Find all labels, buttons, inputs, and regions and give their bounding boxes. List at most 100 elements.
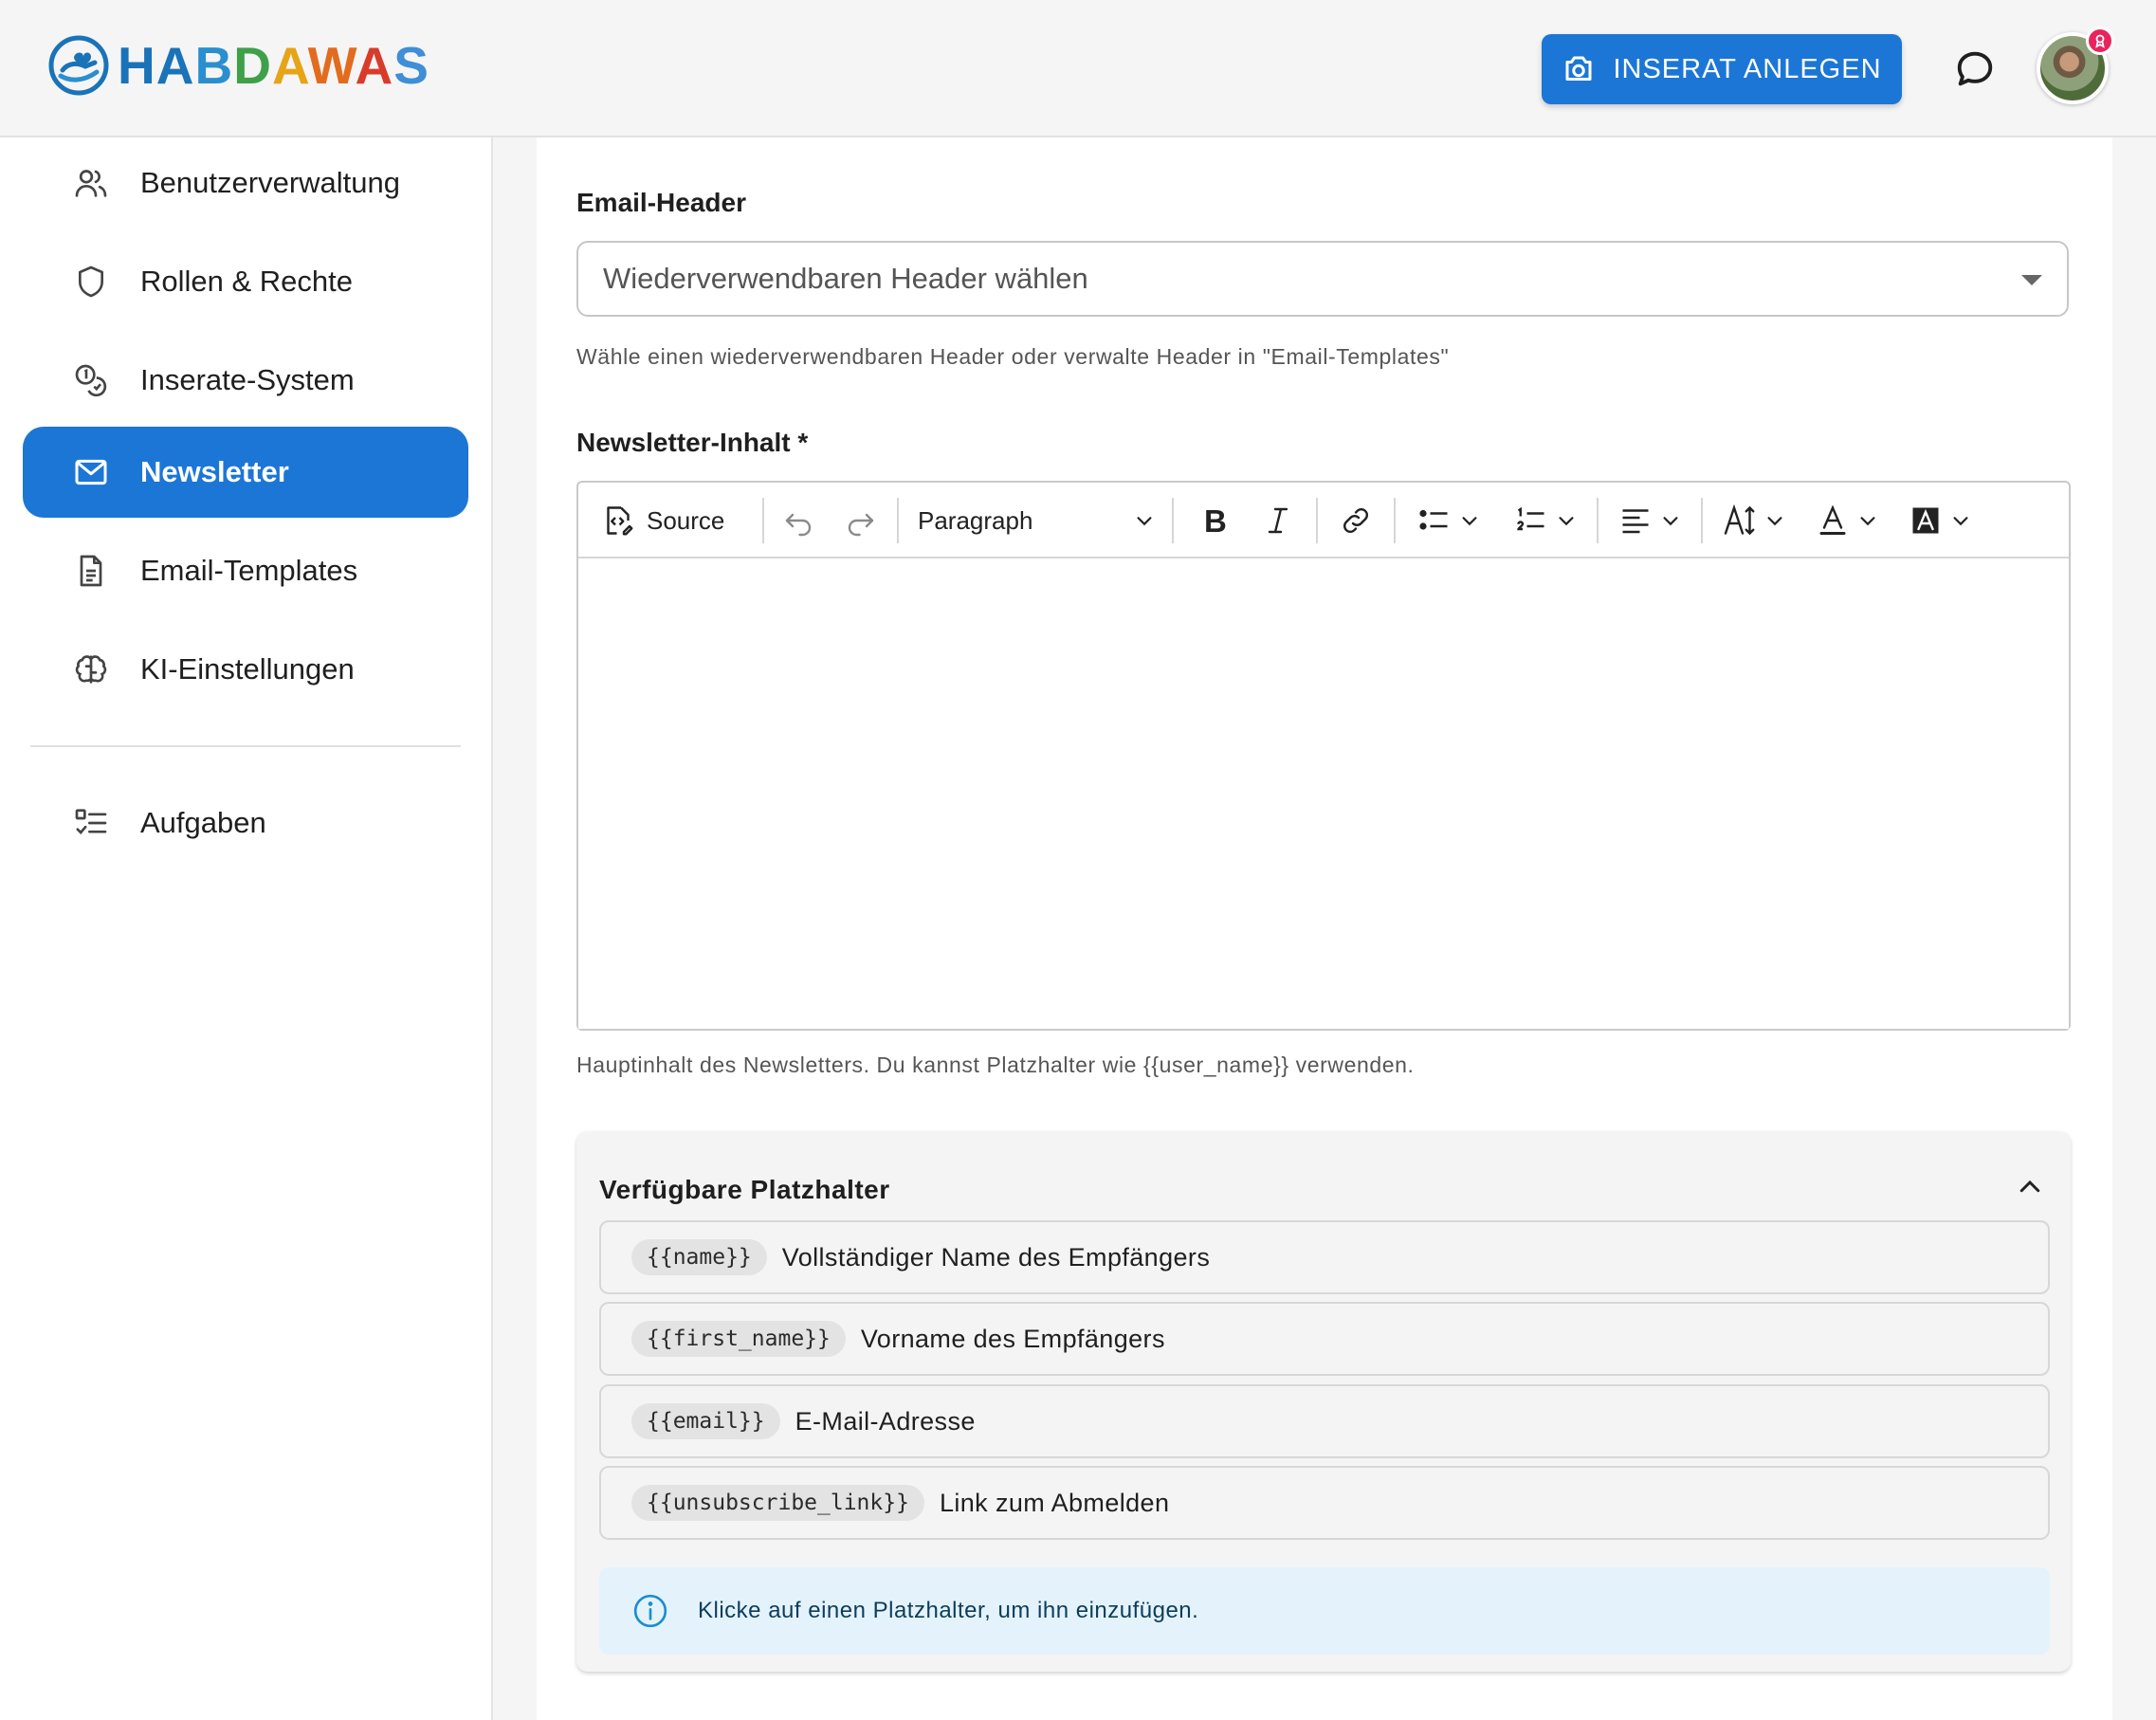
logo-wordmark: HABDAWAS	[118, 36, 429, 95]
source-button-label: Source	[647, 505, 725, 535]
paragraph-format-dropdown[interactable]: Paragraph	[918, 483, 1155, 558]
bulleted-list-icon	[1419, 509, 1448, 530]
numbered-list-icon	[1517, 506, 1544, 531]
placeholder-token: {{first_name}}	[631, 1321, 846, 1357]
undo-button[interactable]	[772, 483, 825, 558]
background-color-button[interactable]	[1894, 483, 1985, 558]
mail-icon	[75, 459, 107, 485]
toolbar-separator	[1316, 498, 1318, 543]
placeholder-description: Vorname des Empfängers	[860, 1324, 1165, 1353]
font-size-icon	[1724, 503, 1755, 536]
chevron-down-icon	[1953, 517, 1968, 526]
placeholder-description: Vollständiger Name des Empfängers	[781, 1242, 1211, 1272]
link-icon	[1343, 508, 1368, 533]
placeholder-item-first-name[interactable]: {{first_name}} Vorname des Empfängers	[599, 1302, 2050, 1376]
toolbar-separator	[1597, 498, 1599, 543]
avatar-badge	[2086, 27, 2114, 55]
alignment-button[interactable]	[1604, 483, 1695, 558]
brain-icon	[75, 655, 107, 684]
sidebar-item-ki-einstellungen[interactable]: KI-Einstellungen	[23, 624, 468, 715]
svg-text:B: B	[1204, 503, 1227, 538]
sidebar-item-label: Rollen & Rechte	[140, 265, 354, 298]
create-listing-button[interactable]: INSERAT ANLEGEN	[1542, 34, 1902, 104]
email-header-label: Email-Header	[576, 188, 746, 217]
editor-content-area[interactable]	[578, 558, 2069, 1029]
users-icon	[75, 170, 107, 197]
font-size-button[interactable]	[1708, 483, 1800, 558]
placeholders-info-alert: Klicke auf einen Platzhalter, um ihn ein…	[599, 1567, 2050, 1655]
placeholder-token: {{unsubscribe_link}}	[631, 1485, 924, 1521]
placeholder-item-name[interactable]: {{name}} Vollständiger Name des Empfänge…	[599, 1220, 2050, 1294]
placeholder-item-unsubscribe-link[interactable]: {{unsubscribe_link}} Link zum Abmelden	[599, 1466, 2050, 1540]
undo-icon	[785, 513, 812, 537]
sidebar-item-aufgaben[interactable]: Aufgaben	[23, 778, 468, 869]
chevron-down-icon	[1860, 517, 1875, 526]
redo-icon	[848, 513, 874, 537]
logo-hand-heart-icon	[48, 35, 109, 96]
redo-button[interactable]	[834, 483, 887, 558]
paragraph-format-value: Paragraph	[918, 505, 1033, 535]
bold-button[interactable]: B	[1185, 483, 1246, 558]
toolbar-separator	[1701, 498, 1703, 543]
italic-button[interactable]	[1248, 483, 1308, 558]
chevron-down-icon	[1137, 517, 1152, 526]
chevron-down-icon	[1559, 517, 1574, 526]
source-code-icon	[607, 506, 633, 536]
top-app-bar: HABDAWAS INSERAT ANLEGEN	[0, 0, 2156, 137]
sidebar-item-inserate-system[interactable]: Inserate-System	[23, 335, 468, 426]
placeholders-info-text: Klicke auf einen Platzhalter, um ihn ein…	[698, 1598, 1199, 1623]
coins-icon	[75, 364, 107, 397]
sidebar-item-rollen-rechte[interactable]: Rollen & Rechte	[23, 236, 468, 327]
italic-icon	[1268, 507, 1288, 534]
sidebar-item-email-templates[interactable]: Email-Templates	[23, 525, 468, 616]
document-icon	[80, 555, 102, 587]
sidebar-item-label: Aufgaben	[140, 806, 266, 839]
font-color-icon	[1819, 504, 1846, 535]
bulleted-list-button[interactable]	[1403, 483, 1494, 558]
chat-bubble-icon[interactable]	[1953, 47, 1997, 91]
camera-icon	[1565, 56, 1592, 81]
newsletter-content-helper: Hauptinhalt des Newsletters. Du kannst P…	[576, 1052, 1415, 1077]
placeholder-token: {{email}}	[631, 1403, 780, 1439]
background-color-icon	[1912, 507, 1939, 534]
chevron-down-icon	[1462, 517, 1477, 526]
align-left-icon	[1622, 509, 1649, 534]
habdawas-logo[interactable]: HABDAWAS	[47, 34, 429, 97]
placeholder-token: {{name}}	[631, 1239, 767, 1275]
sidebar-item-newsletter[interactable]: Newsletter	[23, 427, 468, 518]
chevron-down-icon	[1663, 517, 1678, 526]
email-header-select[interactable]: Wiederverwendbaren Header wählen	[576, 241, 2069, 317]
newsletter-form-card: Email-Header Wiederverwendbaren Header w…	[537, 137, 2112, 1720]
source-button[interactable]: Source	[601, 483, 724, 558]
editor-toolbar: Source Paragraph B	[578, 483, 2069, 558]
bold-icon: B	[1204, 503, 1227, 538]
sidebar-item-benutzerverwaltung[interactable]: Benutzerverwaltung	[23, 137, 468, 229]
sidebar-divider	[30, 745, 461, 747]
sidebar-item-label: Newsletter	[140, 455, 289, 488]
rich-text-editor: Source Paragraph B	[576, 481, 2071, 1031]
toolbar-separator	[762, 498, 764, 543]
placeholders-title[interactable]: Verfügbare Platzhalter	[599, 1175, 890, 1205]
email-header-helper: Wähle einen wiederverwendbaren Header od…	[576, 344, 1450, 369]
tasks-icon	[75, 809, 107, 834]
email-header-select-placeholder: Wiederverwendbaren Header wählen	[603, 262, 1088, 295]
award-icon	[2095, 34, 2105, 48]
toolbar-separator	[1172, 498, 1174, 543]
placeholder-description: E-Mail-Adresse	[795, 1406, 976, 1436]
dropdown-caret-icon	[2021, 275, 2042, 285]
create-listing-label: INSERAT ANLEGEN	[1613, 53, 1882, 84]
placeholder-item-email[interactable]: {{email}} E-Mail-Adresse	[599, 1384, 2050, 1458]
info-icon	[633, 1594, 667, 1628]
link-button[interactable]	[1325, 483, 1386, 558]
sidebar-item-label: KI-Einstellungen	[140, 652, 355, 686]
placeholder-description: Link zum Abmelden	[939, 1488, 1170, 1517]
shield-icon	[79, 265, 103, 298]
chevron-up-icon[interactable]	[2016, 1173, 2044, 1201]
newsletter-content-label: Newsletter-Inhalt *	[576, 428, 809, 457]
numbered-list-button[interactable]	[1500, 483, 1591, 558]
sidebar-item-label: Benutzerverwaltung	[140, 166, 400, 199]
toolbar-separator	[897, 498, 899, 543]
font-color-button[interactable]	[1801, 483, 1892, 558]
sidebar-item-label: Inserate-System	[140, 363, 355, 396]
chevron-down-icon	[1767, 517, 1782, 526]
